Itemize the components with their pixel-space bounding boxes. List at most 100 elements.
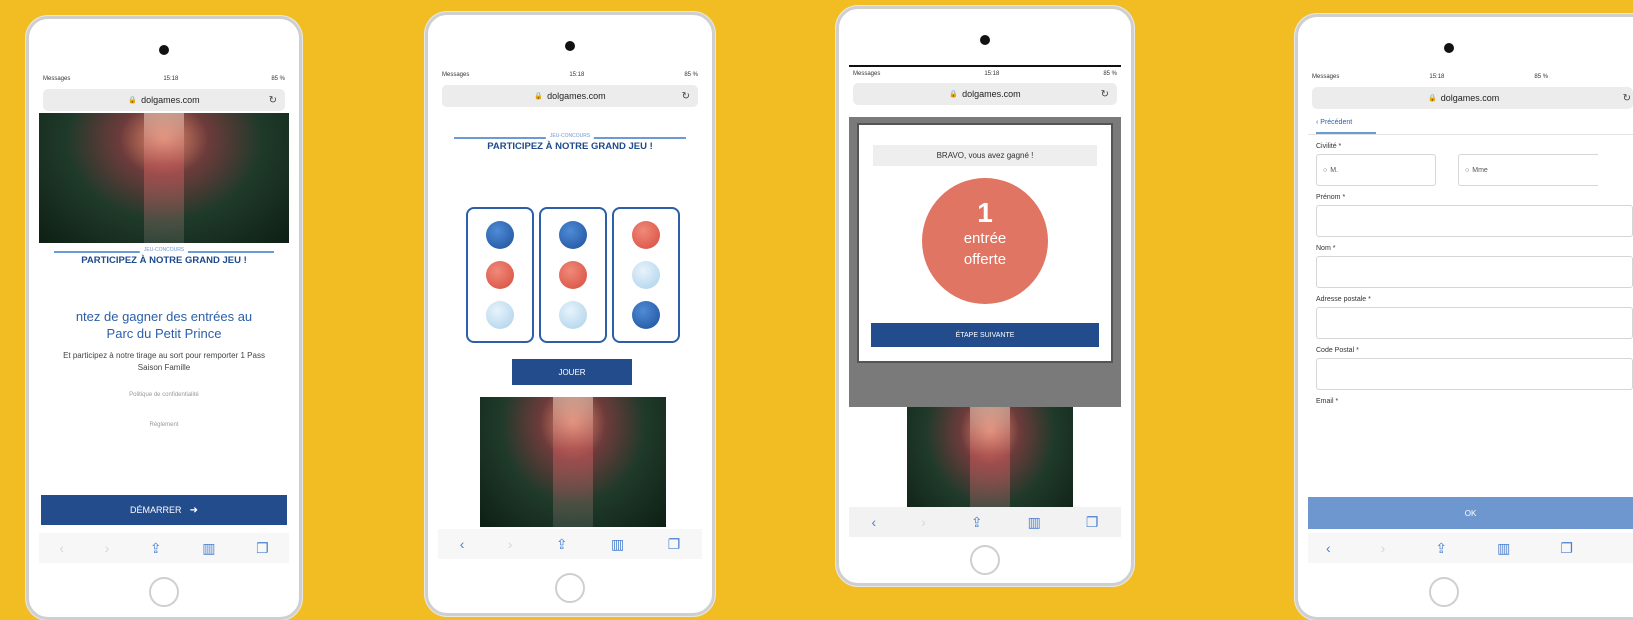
civility-options: ○ M. ○ Mme	[1316, 154, 1633, 186]
camera-icon	[980, 35, 990, 45]
browser-toolbar: ‹ › ⇪ ▥ ❐	[1308, 533, 1633, 563]
carrier-label: Messages	[1312, 74, 1340, 80]
title-kicker: JEU-CONCOURS	[139, 247, 189, 253]
next-step-button[interactable]: ÉTAPE SUIVANTE	[871, 323, 1099, 347]
bookmarks-icon[interactable]: ▥	[611, 536, 624, 553]
reload-icon[interactable]: ↻	[1623, 93, 1631, 104]
reload-icon[interactable]: ↻	[682, 91, 690, 102]
reload-icon[interactable]: ↻	[269, 95, 277, 106]
privacy-link[interactable]: Politique de confidentialité	[39, 392, 289, 398]
forward-icon[interactable]: ›	[105, 540, 110, 556]
park-hero-image	[39, 113, 289, 243]
bookmarks-icon[interactable]: ▥	[1028, 514, 1041, 531]
battery-label: 85 %	[684, 72, 698, 78]
tabs-icon[interactable]: ❐	[668, 536, 681, 553]
slot-symbol-red	[632, 221, 660, 249]
address-bar[interactable]: 🔒 dolgames.com ↻	[43, 89, 285, 111]
phone-frame-4: Messages 15:18 85 % 🔒 dolgames.com ↻ ‹ P…	[1295, 14, 1633, 620]
phone-frame-2: Messages 15:18 85 % 🔒 dolgames.com ↻ JEU…	[425, 12, 715, 616]
lastname-input[interactable]	[1316, 256, 1633, 288]
slot-symbol-blue	[486, 221, 514, 249]
firstname-input[interactable]	[1316, 205, 1633, 237]
civility-label: Civilité *	[1316, 143, 1342, 150]
address-bar[interactable]: 🔒 dolgames.com ↻	[1312, 87, 1633, 109]
time-label: 15:18	[569, 72, 585, 78]
phone-frame-3: Messages 15:18 85 % 🔒 dolgames.com ↻ BRA…	[836, 6, 1134, 586]
bookmarks-icon[interactable]: ▥	[202, 540, 215, 557]
status-bar: Messages 15:18 85 %	[849, 65, 1121, 81]
phone-screen-1: Messages 15:18 85 % 🔒 dolgames.com ↻ JEU…	[39, 71, 289, 563]
headline: ntez de gagner des entrées au Parc du Pe…	[75, 309, 253, 341]
title-kicker: JEU-CONCOURS	[545, 133, 595, 139]
rules-link[interactable]: Règlement	[39, 422, 289, 428]
prize-line1: entrée	[963, 230, 1007, 247]
back-icon[interactable]: ‹	[59, 540, 64, 556]
slot-symbol-blue	[559, 221, 587, 249]
browser-toolbar: ‹ › ⇪ ▥ ❐	[39, 533, 289, 563]
arrow-right-icon: ➜	[189, 504, 198, 516]
ok-button[interactable]: OK	[1308, 497, 1633, 529]
radio-option-m[interactable]: ○ M.	[1316, 154, 1436, 186]
page-title: JEU-CONCOURS PARTICIPEZ À NOTRE GRAND JE…	[438, 133, 702, 152]
tabs-icon[interactable]: ❐	[256, 540, 269, 557]
prize-line2: offerte	[963, 251, 1007, 268]
phone-frame-1: Messages 15:18 85 % 🔒 dolgames.com ↻ JEU…	[26, 16, 302, 620]
radio-icon: ○	[1465, 166, 1470, 174]
forward-icon[interactable]: ›	[508, 536, 513, 552]
share-icon[interactable]: ⇪	[150, 540, 162, 557]
phone-screen-3: Messages 15:18 85 % 🔒 dolgames.com ↻ BRA…	[849, 65, 1121, 537]
back-link[interactable]: ‹ Précédent	[1316, 119, 1376, 134]
back-icon[interactable]: ‹	[460, 536, 465, 552]
play-button[interactable]: JOUER	[512, 359, 632, 385]
status-bar: Messages 15:18 85 %	[1308, 69, 1633, 85]
url-text: dolgames.com	[962, 89, 1021, 99]
battery-label: 85 %	[271, 76, 285, 82]
share-icon[interactable]: ⇪	[1435, 540, 1447, 557]
home-button[interactable]	[555, 573, 585, 603]
address-bar[interactable]: 🔒 dolgames.com ↻	[442, 85, 698, 107]
slot-symbol-red	[486, 261, 514, 289]
forward-icon[interactable]: ›	[1381, 540, 1386, 556]
url-text: dolgames.com	[1440, 93, 1500, 103]
description-text: Et participez à notre tirage au sort pou…	[63, 351, 265, 372]
address-bar[interactable]: 🔒 dolgames.com ↻	[853, 83, 1117, 105]
park-hero-image	[480, 397, 666, 527]
back-icon[interactable]: ‹	[872, 514, 877, 530]
tabs-icon[interactable]: ❐	[1560, 540, 1573, 557]
tabs-icon[interactable]: ❐	[1086, 514, 1099, 531]
radio-option-mme[interactable]: ○ Mme	[1458, 154, 1598, 186]
email-label: Email *	[1316, 398, 1339, 405]
reload-icon[interactable]: ↻	[1101, 89, 1109, 100]
carrier-label: Messages	[853, 71, 881, 77]
slot-symbol-light	[486, 301, 514, 329]
lastname-label: Nom *	[1316, 245, 1336, 252]
slot-symbol-red	[559, 261, 587, 289]
home-button[interactable]	[1429, 577, 1459, 607]
start-button[interactable]: DÉMARRER ➜	[41, 495, 287, 525]
camera-icon	[1444, 43, 1454, 53]
forward-icon[interactable]: ›	[921, 514, 926, 530]
time-label: 15:18	[1429, 74, 1445, 80]
lock-icon: 🔒	[949, 91, 959, 98]
status-bar: Messages 15:18 85 %	[438, 67, 702, 83]
carrier-label: Messages	[442, 72, 470, 78]
url-text: dolgames.com	[547, 91, 606, 101]
result-modal: BRAVO, vous avez gagné ! 1 entrée offert…	[857, 123, 1113, 363]
slot-reel-1	[466, 207, 534, 343]
postcode-input[interactable]	[1316, 358, 1633, 390]
share-icon[interactable]: ⇪	[556, 536, 568, 553]
firstname-label: Prénom *	[1316, 194, 1346, 201]
radio-icon: ○	[1323, 166, 1328, 174]
battery-label: 85 %	[1534, 74, 1549, 80]
browser-toolbar: ‹ › ⇪ ▥ ❐	[438, 529, 702, 559]
address-input[interactable]	[1316, 307, 1633, 339]
slot-symbol-blue	[632, 301, 660, 329]
page-title: JEU-CONCOURS PARTICIPEZ À NOTRE GRAND JE…	[39, 247, 289, 266]
home-button[interactable]	[970, 545, 1000, 575]
back-icon[interactable]: ‹	[1326, 540, 1331, 556]
browser-toolbar: ‹ › ⇪ ▥ ❐	[849, 507, 1121, 537]
share-icon[interactable]: ⇪	[971, 514, 983, 531]
camera-icon	[159, 45, 169, 55]
bookmarks-icon[interactable]: ▥	[1497, 540, 1510, 557]
home-button[interactable]	[149, 577, 179, 607]
